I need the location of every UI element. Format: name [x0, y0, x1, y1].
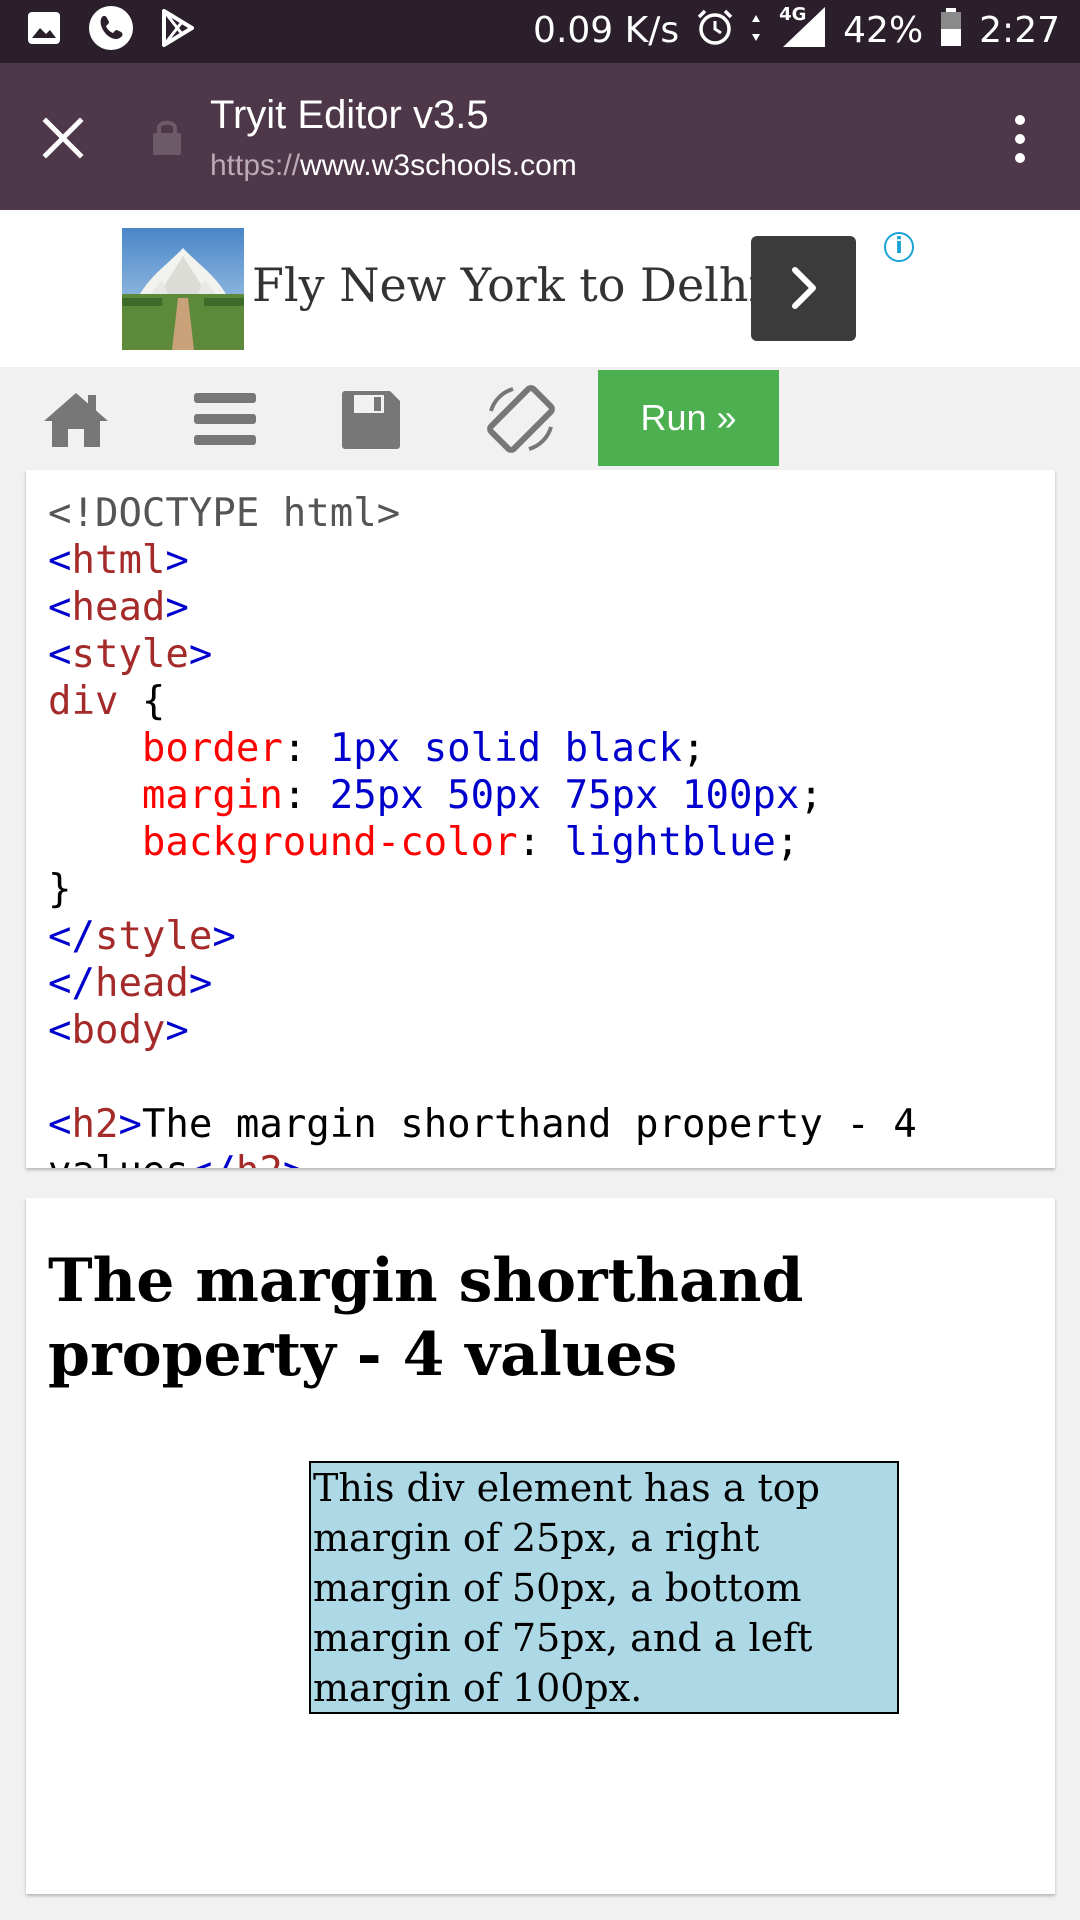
- page-url[interactable]: https://www.w3schools.com: [210, 149, 577, 183]
- clock: 2:27: [979, 10, 1060, 51]
- data-arrows-icon: [751, 11, 761, 52]
- phone-icon: [88, 5, 134, 60]
- signal-icon: 4G: [777, 3, 827, 58]
- ad-banner[interactable]: Fly New York to Delhi i: [0, 210, 1080, 367]
- code-h2-open: <h2>: [48, 1102, 142, 1147]
- image-icon: [26, 10, 62, 55]
- code-selector: div: [48, 679, 119, 724]
- code-head-open: <head>: [48, 585, 189, 630]
- code-val-border: 1px solid black: [329, 726, 682, 771]
- more-options-icon[interactable]: [1002, 113, 1038, 165]
- network-speed: 0.09 K/s: [533, 10, 680, 51]
- url-host: www.w3schools.com: [300, 149, 577, 182]
- page-title[interactable]: Tryit Editor v3.5: [210, 93, 489, 138]
- home-icon[interactable]: [42, 389, 110, 454]
- code-h2-text-cont: values: [48, 1149, 189, 1168]
- code-html-open: <html>: [48, 538, 189, 583]
- lock-icon[interactable]: [152, 117, 182, 157]
- result-heading: The margin shorthand property - 4 values: [48, 1246, 804, 1390]
- menu-icon[interactable]: [192, 389, 258, 454]
- code-h2-close: </h2>: [189, 1149, 306, 1168]
- code-prop-border: border: [141, 726, 283, 771]
- ad-arrow-button[interactable]: [751, 236, 856, 341]
- editor-toolbar: Run »: [0, 367, 1080, 470]
- ad-headline[interactable]: Fly New York to Delhi: [252, 258, 763, 312]
- run-button[interactable]: Run »: [598, 370, 779, 466]
- browser-toolbar: Tryit Editor v3.5 https://www.w3schools.…: [0, 63, 1080, 210]
- code-h2-text: The margin shorthand property - 4: [141, 1102, 917, 1147]
- code-val-margin: 25px 50px 75px 100px: [329, 773, 800, 818]
- play-store-icon: [160, 8, 196, 57]
- save-icon[interactable]: [340, 389, 402, 456]
- close-icon[interactable]: [38, 113, 88, 163]
- code-prop-background: background-color: [141, 820, 518, 865]
- network-type: 4G: [779, 3, 807, 25]
- code-text[interactable]: <!DOCTYPE html> <html> <head> <style> di…: [48, 490, 917, 1168]
- code-editor[interactable]: <!DOCTYPE html> <html> <head> <style> di…: [26, 470, 1055, 1168]
- rotate-screen-icon[interactable]: [483, 381, 559, 462]
- chevron-right-icon: [792, 267, 816, 309]
- url-scheme: https://: [210, 149, 301, 182]
- battery-icon: [939, 7, 963, 56]
- status-system: 0.09 K/s 4G 42% 2:27: [533, 4, 1060, 56]
- code-style-open: <style>: [48, 632, 213, 677]
- code-head-close: </head>: [48, 961, 213, 1006]
- ad-image[interactable]: [122, 228, 244, 350]
- status-notifications: [26, 5, 196, 57]
- status-bar: 0.09 K/s 4G 42% 2:27: [0, 0, 1080, 63]
- code-val-background: lightblue: [564, 820, 776, 865]
- result-div-box: This div element has a top margin of 25p…: [309, 1461, 899, 1714]
- code-doctype: <!DOCTYPE html>: [48, 491, 401, 536]
- result-preview[interactable]: The margin shorthand property - 4 values…: [26, 1198, 1055, 1894]
- code-brace-close: }: [48, 867, 72, 912]
- battery-percent: 42%: [843, 10, 924, 51]
- code-body-open: <body>: [48, 1008, 189, 1053]
- alarm-icon: [695, 7, 735, 56]
- code-prop-margin: margin: [141, 773, 283, 818]
- ad-info-icon[interactable]: i: [884, 232, 914, 262]
- code-style-close: </style>: [48, 914, 236, 959]
